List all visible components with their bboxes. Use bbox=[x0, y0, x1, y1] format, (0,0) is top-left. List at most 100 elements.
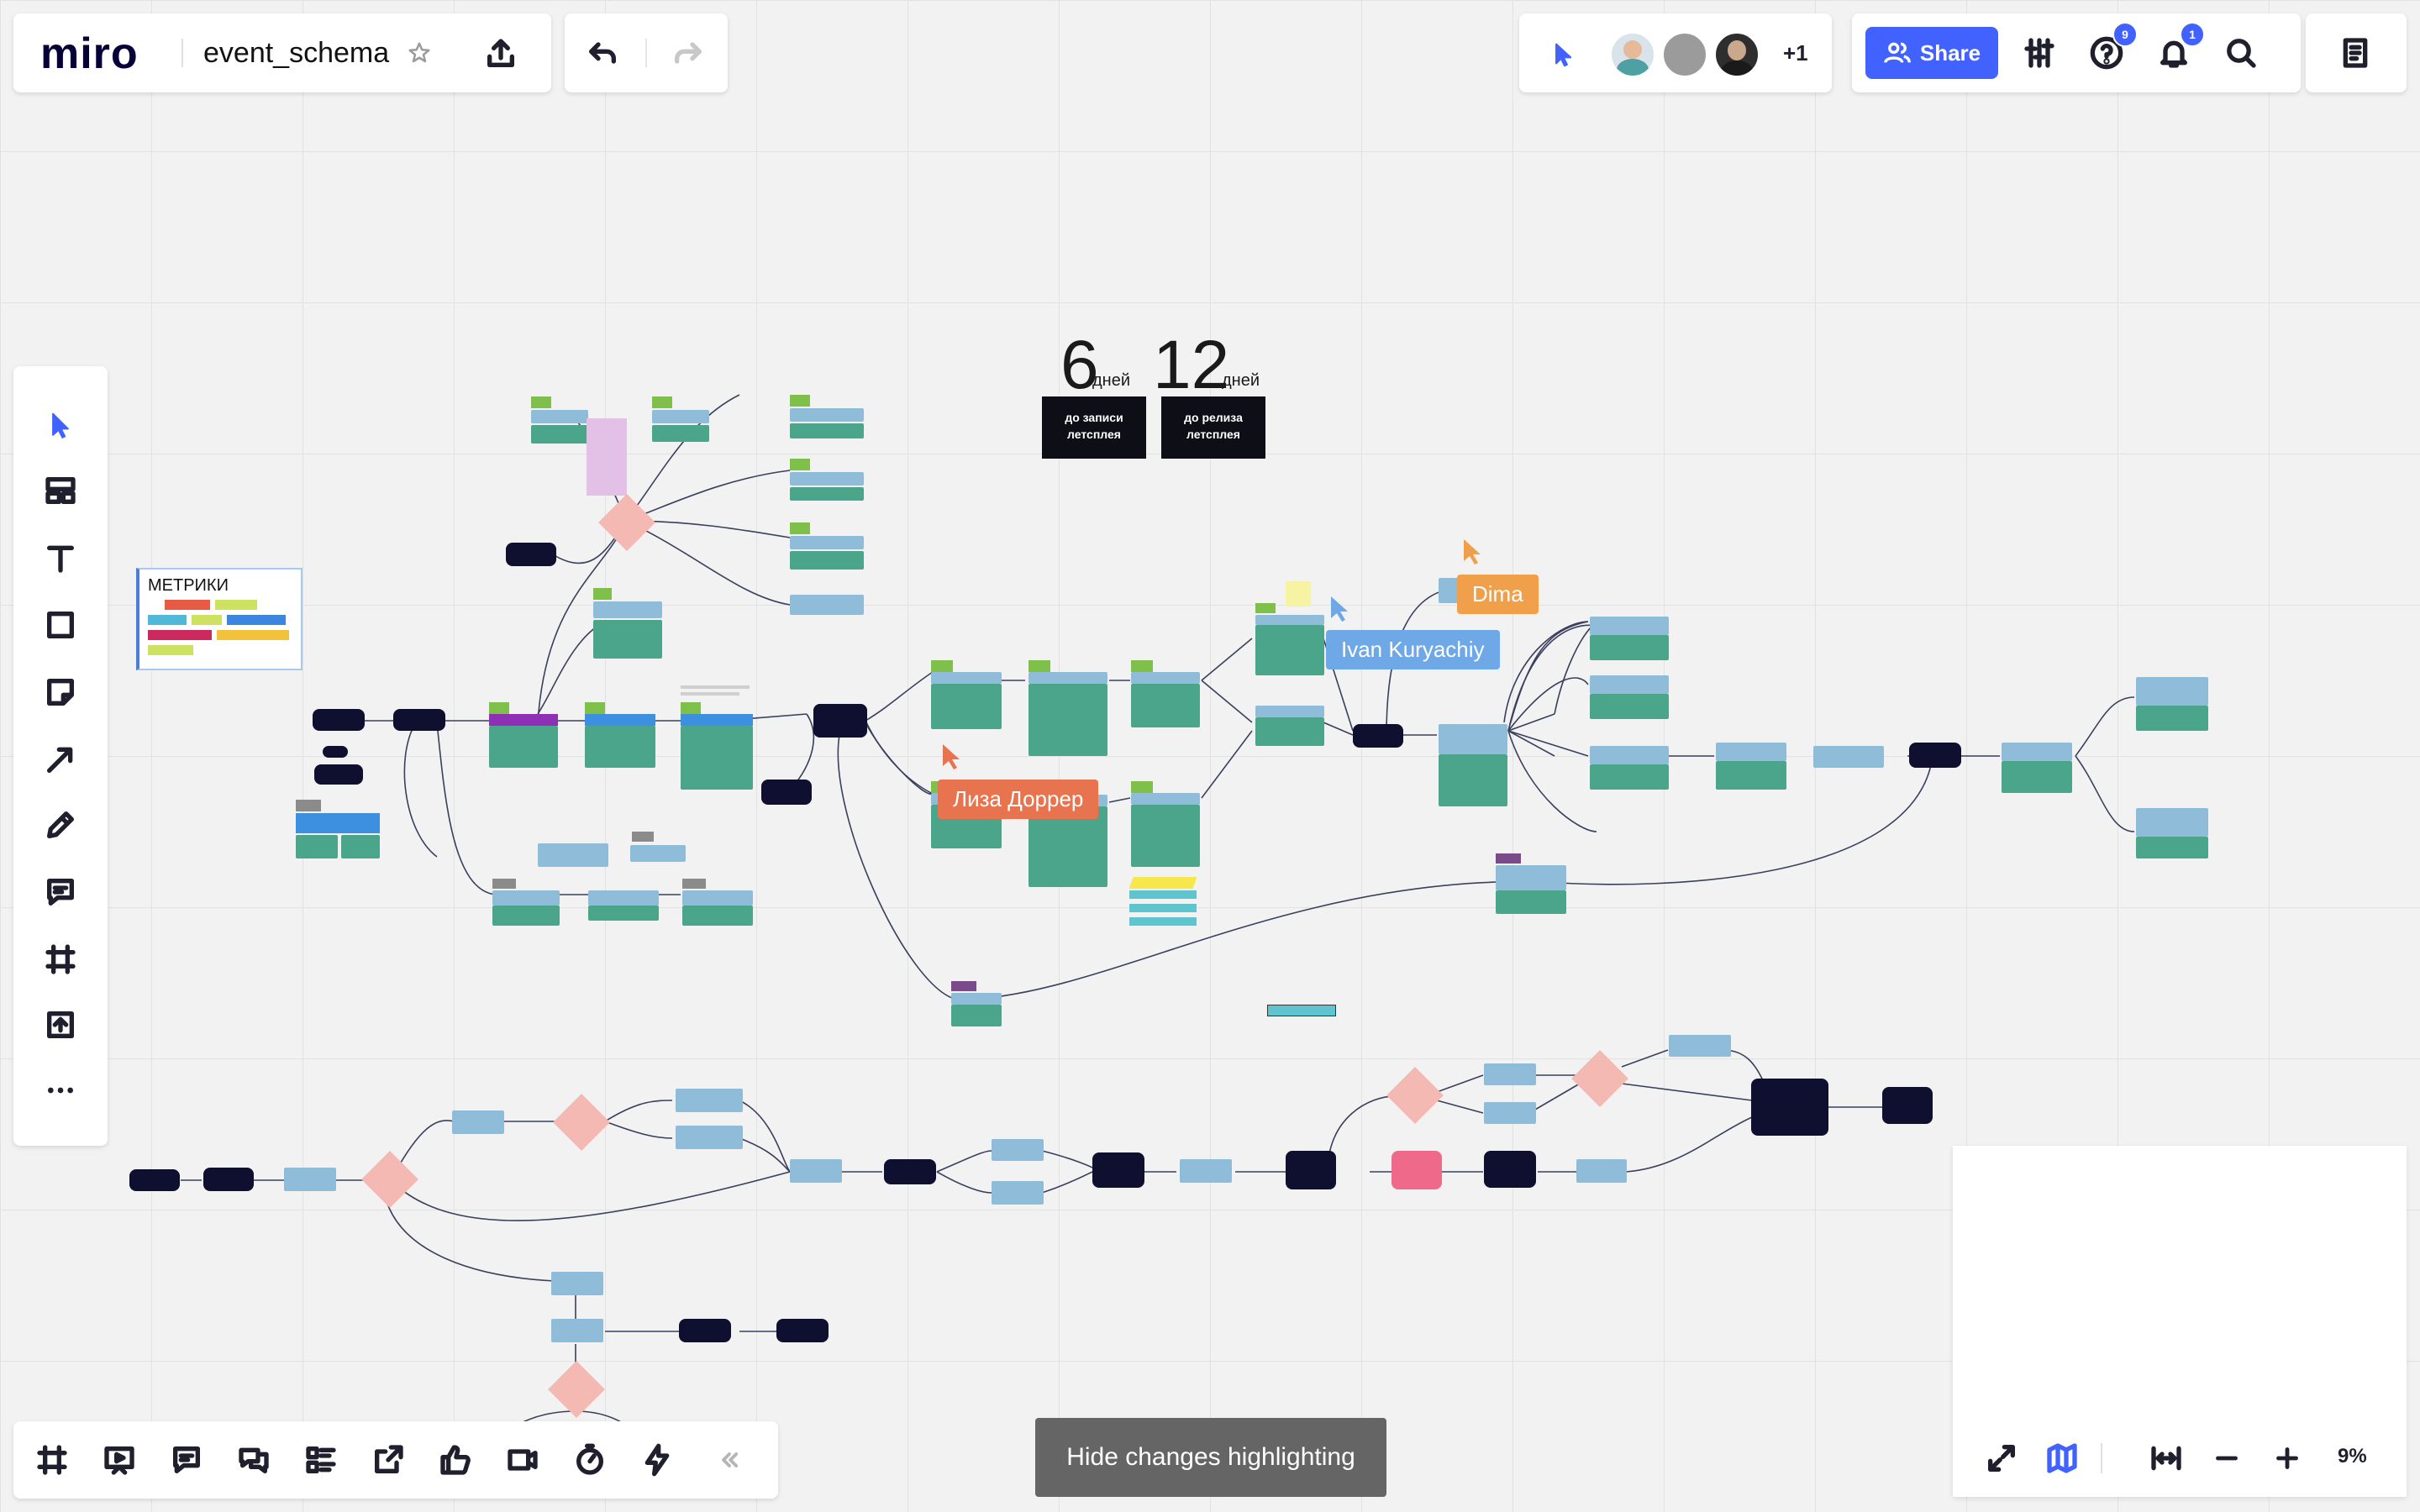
workflow-node[interactable] bbox=[676, 1126, 743, 1149]
workflow-node[interactable] bbox=[1353, 724, 1403, 748]
workflow-node[interactable] bbox=[1669, 1035, 1731, 1057]
shape-tool-icon[interactable] bbox=[40, 605, 81, 645]
workflow-node[interactable] bbox=[393, 709, 445, 731]
search-icon[interactable] bbox=[2222, 34, 2260, 72]
workflow-node[interactable] bbox=[1131, 660, 1153, 672]
workflow-node[interactable] bbox=[1392, 1151, 1442, 1189]
workflow-node[interactable] bbox=[1751, 1079, 1828, 1136]
chat-icon[interactable] bbox=[234, 1440, 274, 1480]
zoom-level[interactable]: 9% bbox=[2338, 1445, 2367, 1468]
workflow-node[interactable] bbox=[1590, 694, 1669, 719]
workflow-node[interactable] bbox=[790, 522, 810, 534]
workflow-node[interactable] bbox=[284, 1168, 336, 1191]
workflow-node[interactable] bbox=[452, 1110, 504, 1134]
workflow-node[interactable] bbox=[296, 800, 321, 811]
workflow-node[interactable] bbox=[1131, 672, 1200, 684]
sticky-note[interactable] bbox=[1128, 877, 1197, 889]
workflow-node[interactable] bbox=[1267, 1005, 1336, 1016]
workflow-node[interactable] bbox=[630, 845, 686, 862]
workflow-node[interactable] bbox=[992, 1181, 1044, 1205]
workflow-node[interactable] bbox=[1590, 764, 1669, 790]
workflow-node[interactable] bbox=[761, 780, 812, 805]
workflow-node[interactable] bbox=[1255, 603, 1276, 613]
zoom-out-icon[interactable] bbox=[2207, 1438, 2247, 1478]
workflow-node[interactable] bbox=[2136, 677, 2208, 706]
zoom-in-icon[interactable] bbox=[2267, 1438, 2307, 1478]
workflow-node[interactable] bbox=[790, 408, 864, 422]
workflow-node[interactable] bbox=[588, 890, 659, 906]
workflow-node[interactable] bbox=[1716, 761, 1786, 790]
workflow-node[interactable] bbox=[1255, 625, 1324, 675]
workflow-node[interactable] bbox=[489, 702, 509, 714]
templates-icon[interactable] bbox=[40, 470, 81, 511]
comment-icon[interactable] bbox=[40, 872, 81, 912]
workflow-node[interactable] bbox=[1590, 675, 1669, 694]
workflow-node[interactable] bbox=[1484, 1151, 1536, 1188]
workflow-node[interactable] bbox=[2136, 706, 2208, 731]
workflow-node[interactable] bbox=[1129, 904, 1197, 912]
sticky-note[interactable] bbox=[1286, 581, 1311, 606]
workflow-node[interactable] bbox=[632, 832, 654, 842]
workflow-node[interactable] bbox=[2002, 743, 2072, 761]
workflow-node[interactable] bbox=[1286, 1151, 1336, 1189]
pen-icon[interactable] bbox=[40, 805, 81, 845]
countdown-card[interactable]: до релиза летсплея bbox=[1161, 396, 1265, 459]
redo-icon[interactable] bbox=[669, 34, 708, 72]
workflow-node[interactable] bbox=[790, 595, 864, 615]
workflow-node[interactable] bbox=[951, 981, 976, 991]
workflow-node[interactable] bbox=[1909, 743, 1961, 768]
workflow-node[interactable] bbox=[1484, 1102, 1536, 1124]
workflow-node[interactable] bbox=[1882, 1087, 1933, 1124]
workflow-node[interactable] bbox=[538, 843, 608, 867]
workflow-node[interactable] bbox=[296, 835, 338, 858]
workflow-node[interactable] bbox=[1576, 1159, 1627, 1183]
workflow-node[interactable] bbox=[1180, 1159, 1232, 1183]
workflow-node[interactable] bbox=[1255, 706, 1324, 717]
connection-line-icon[interactable] bbox=[40, 739, 81, 780]
voting-icon[interactable] bbox=[435, 1440, 476, 1480]
workflow-node[interactable] bbox=[679, 1319, 731, 1342]
workflow-node[interactable] bbox=[1439, 724, 1507, 754]
minimap-icon[interactable] bbox=[2042, 1438, 2082, 1478]
workflow-node[interactable] bbox=[1028, 660, 1050, 672]
workflow-node[interactable] bbox=[341, 835, 380, 858]
workflow-node[interactable] bbox=[588, 906, 659, 921]
workflow-node[interactable] bbox=[931, 684, 1002, 729]
workflow-node[interactable] bbox=[681, 726, 753, 790]
workflow-node[interactable] bbox=[790, 472, 864, 486]
metrics-card[interactable]: МЕТРИКИ bbox=[136, 568, 302, 670]
workflow-node[interactable] bbox=[551, 1272, 603, 1295]
workflow-node[interactable] bbox=[1590, 617, 1669, 635]
workflow-node[interactable] bbox=[790, 536, 864, 549]
workflow-node[interactable] bbox=[931, 660, 953, 672]
workflow-node[interactable] bbox=[1590, 635, 1669, 660]
workflow-node[interactable] bbox=[489, 714, 558, 726]
workflow-node[interactable] bbox=[951, 993, 1002, 1005]
workflow-node[interactable] bbox=[1484, 1063, 1536, 1085]
workflow-node[interactable] bbox=[2136, 808, 2208, 837]
workflow-node[interactable] bbox=[813, 704, 867, 738]
workflow-node[interactable] bbox=[296, 813, 380, 833]
frame-icon[interactable] bbox=[40, 939, 81, 979]
workflow-node[interactable] bbox=[1716, 743, 1786, 761]
workflow-node[interactable] bbox=[531, 425, 588, 444]
workflow-node[interactable] bbox=[323, 746, 348, 758]
screen-share-icon[interactable] bbox=[368, 1440, 408, 1480]
workflow-node[interactable] bbox=[1131, 781, 1153, 793]
select-cursor-icon[interactable] bbox=[40, 405, 81, 445]
workflow-node[interactable] bbox=[313, 709, 365, 731]
board-title[interactable]: event_schema bbox=[203, 37, 389, 70]
avatar[interactable] bbox=[1714, 32, 1760, 77]
workflow-node[interactable] bbox=[531, 396, 551, 408]
workflow-node[interactable] bbox=[1028, 684, 1107, 756]
workflow-node[interactable] bbox=[1439, 754, 1507, 806]
workflow-node[interactable] bbox=[1813, 746, 1884, 768]
workflow-node[interactable] bbox=[1092, 1152, 1144, 1188]
workflow-node[interactable] bbox=[682, 890, 753, 906]
workflow-node[interactable] bbox=[492, 890, 560, 906]
extra-collaborators-count[interactable]: +1 bbox=[1783, 40, 1808, 66]
workflow-node[interactable] bbox=[652, 425, 709, 442]
workflow-node[interactable] bbox=[1496, 865, 1566, 890]
workflow-node[interactable] bbox=[1255, 717, 1324, 746]
workflow-node[interactable] bbox=[884, 1159, 936, 1184]
